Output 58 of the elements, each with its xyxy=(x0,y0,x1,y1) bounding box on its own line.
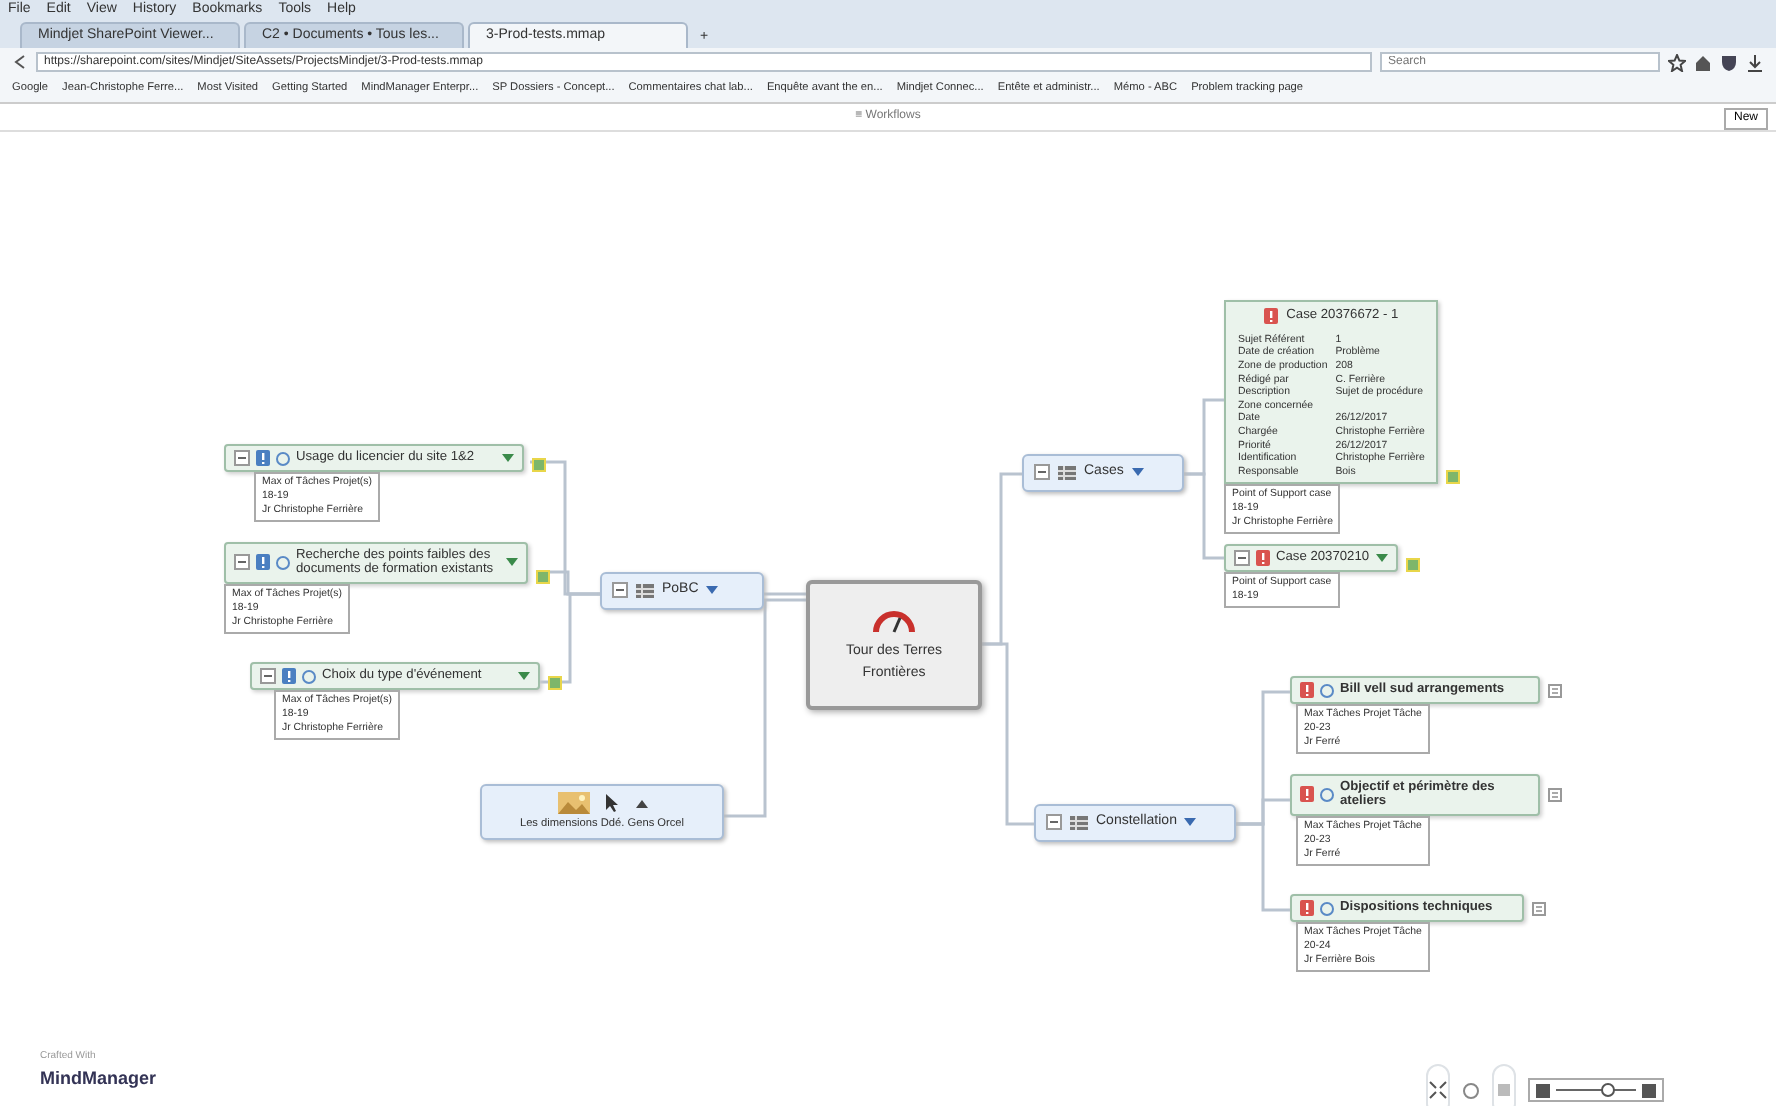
priority-icon xyxy=(1256,550,1270,566)
table-icon xyxy=(1070,815,1088,830)
zoom-in-icon xyxy=(1642,1083,1656,1097)
note-icon xyxy=(536,569,550,583)
reset-icon xyxy=(1462,1081,1480,1099)
zoom-out-icon xyxy=(1536,1083,1550,1097)
note-icon xyxy=(548,676,562,690)
zoom-slider-icon xyxy=(1556,1082,1636,1098)
priority-icon xyxy=(256,554,270,571)
collapse-icon xyxy=(260,668,276,684)
overview-icon xyxy=(1494,1079,1514,1100)
note-icon xyxy=(532,458,546,472)
caret-icon xyxy=(635,799,647,807)
back-icon xyxy=(12,54,28,70)
collapse-icon xyxy=(234,450,250,466)
gauge-icon xyxy=(872,606,916,634)
download-icon xyxy=(1746,53,1764,71)
priority-icon xyxy=(256,450,270,466)
shield-icon xyxy=(1720,53,1738,71)
caret-icon xyxy=(518,672,530,680)
caret-icon xyxy=(506,558,518,567)
connector-line xyxy=(1184,472,1224,560)
cursor-icon xyxy=(605,794,619,812)
caret-icon xyxy=(1375,554,1388,562)
table-icon xyxy=(636,583,654,598)
progress-icon xyxy=(302,669,316,683)
collapse-icon xyxy=(612,582,628,599)
zoom-control[interactable] xyxy=(1528,1078,1664,1102)
progress-icon xyxy=(276,451,290,465)
brand-logo: MindManager xyxy=(40,1065,157,1092)
star-icon xyxy=(1668,53,1686,71)
fit-icon xyxy=(1428,1079,1448,1100)
progress-icon xyxy=(1320,787,1334,802)
caret-icon xyxy=(1184,818,1197,827)
priority-icon xyxy=(1300,682,1314,698)
collapse-icon xyxy=(1234,550,1250,566)
case-topic[interactable] xyxy=(1224,300,1439,485)
caret-icon xyxy=(502,454,514,462)
priority-icon xyxy=(282,668,296,684)
progress-icon xyxy=(1320,901,1334,915)
priority-icon xyxy=(1264,307,1279,324)
note-icon xyxy=(1446,470,1461,485)
note-icon xyxy=(1548,683,1562,697)
fit-button[interactable] xyxy=(1426,1064,1450,1106)
note-icon xyxy=(1532,901,1546,915)
caret-icon xyxy=(706,586,719,595)
note-icon xyxy=(1405,558,1420,572)
collapse-icon xyxy=(234,554,250,571)
progress-icon xyxy=(1320,683,1334,697)
collapse-icon xyxy=(1034,464,1050,481)
collapse-icon xyxy=(1046,814,1062,831)
home-icon xyxy=(1694,53,1712,71)
progress-icon xyxy=(276,555,290,570)
table-icon xyxy=(1058,465,1076,480)
priority-icon xyxy=(1300,900,1314,916)
caret-icon xyxy=(1131,468,1144,477)
priority-icon xyxy=(1300,786,1314,803)
note-icon xyxy=(1548,787,1562,802)
